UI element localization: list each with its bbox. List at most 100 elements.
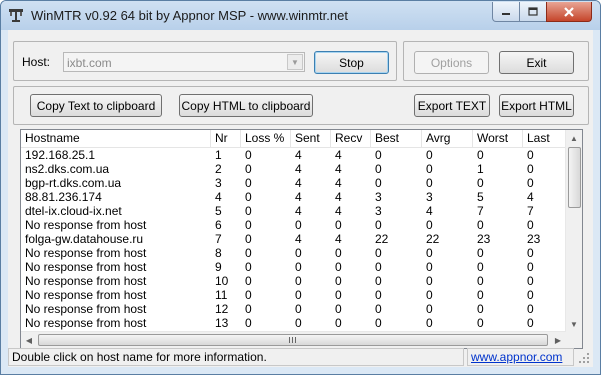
cell-loss: 0 <box>245 302 252 316</box>
host-combobox[interactable]: ixbt.com ▼ <box>63 52 305 72</box>
cell-worst: 0 <box>477 260 484 274</box>
scroll-right-icon[interactable]: ▶ <box>550 332 566 348</box>
exit-button[interactable]: Exit <box>499 51 574 74</box>
appnor-link[interactable]: www.appnor.com <box>471 350 562 364</box>
column-nr[interactable]: Nr <box>211 130 241 147</box>
results-table[interactable]: Hostname Nr Loss % Sent Recv Best Avrg W… <box>20 129 583 349</box>
table-row[interactable]: No response from host 9 0 0 0 0 0 0 0 <box>21 260 566 274</box>
vertical-scrollbar[interactable]: ▲ ▼ <box>565 130 582 332</box>
cell-sent: 0 <box>295 246 302 260</box>
cell-loss: 0 <box>245 246 252 260</box>
table-row[interactable]: 88.81.236.174 4 0 4 4 3 3 5 4 <box>21 190 566 204</box>
table-row[interactable]: folga-gw.datahouse.ru 7 0 4 4 22 22 23 23 <box>21 232 566 246</box>
cell-avrg: 0 <box>426 316 433 330</box>
cell-hostname[interactable]: No response from host <box>21 260 211 274</box>
cell-avrg: 0 <box>426 148 433 162</box>
cell-avrg: 0 <box>426 176 433 190</box>
copy-html-button[interactable]: Copy HTML to clipboard <box>179 94 313 117</box>
cell-hostname[interactable]: 88.81.236.174 <box>21 190 211 204</box>
resize-grip-icon[interactable] <box>578 352 590 364</box>
cell-hostname[interactable]: bgp-rt.dks.com.ua <box>21 176 211 190</box>
cell-hostname[interactable]: No response from host <box>21 288 211 302</box>
export-html-button[interactable]: Export HTML <box>499 94 574 117</box>
cell-last: 0 <box>527 176 534 190</box>
maximize-button[interactable] <box>519 2 547 22</box>
status-bar: Double click on host name for more infor… <box>8 347 593 367</box>
cell-hostname[interactable]: No response from host <box>21 246 211 260</box>
copy-text-button[interactable]: Copy Text to clipboard <box>30 94 162 117</box>
title-bar[interactable]: WinMTR v0.92 64 bit by Appnor MSP - www.… <box>1 1 600 30</box>
cell-nr: 3 <box>215 176 222 190</box>
close-button[interactable] <box>546 2 592 22</box>
table-row[interactable]: bgp-rt.dks.com.ua 3 0 4 4 0 0 0 0 <box>21 176 566 190</box>
cell-hostname[interactable]: ns2.dks.com.ua <box>21 162 211 176</box>
table-row[interactable]: No response from host 12 0 0 0 0 0 0 0 <box>21 302 566 316</box>
cell-hostname[interactable]: dtel-ix.cloud-ix.net <box>21 204 211 218</box>
cell-loss: 0 <box>245 148 252 162</box>
cell-best: 22 <box>375 232 389 246</box>
scroll-up-icon[interactable]: ▲ <box>566 130 582 146</box>
vertical-scroll-thumb[interactable] <box>568 147 581 208</box>
export-text-button[interactable]: Export TEXT <box>414 94 490 117</box>
cell-best: 0 <box>375 302 382 316</box>
column-worst[interactable]: Worst <box>473 130 523 147</box>
cell-hostname[interactable]: No response from host <box>21 218 211 232</box>
scroll-left-icon[interactable]: ◀ <box>21 332 37 348</box>
cell-best: 3 <box>375 204 382 218</box>
cell-last: 0 <box>527 316 534 330</box>
cell-sent: 4 <box>295 204 302 218</box>
cell-nr: 9 <box>215 260 222 274</box>
table-row[interactable]: No response from host 11 0 0 0 0 0 0 0 <box>21 288 566 302</box>
table-row[interactable]: 192.168.25.1 1 0 4 4 0 0 0 0 <box>21 148 566 162</box>
cell-hostname[interactable]: folga-gw.datahouse.ru <box>21 232 211 246</box>
table-row[interactable]: ns2.dks.com.ua 2 0 4 4 0 0 1 0 <box>21 162 566 176</box>
cell-hostname[interactable]: No response from host <box>21 274 211 288</box>
table-row[interactable]: No response from host 8 0 0 0 0 0 0 0 <box>21 246 566 260</box>
stop-button[interactable]: Stop <box>314 51 389 74</box>
cell-recv: 0 <box>335 316 342 330</box>
scroll-down-icon[interactable]: ▼ <box>566 316 582 332</box>
cell-best: 0 <box>375 148 382 162</box>
cell-last: 0 <box>527 218 534 232</box>
cell-loss: 0 <box>245 288 252 302</box>
cell-last: 23 <box>527 232 541 246</box>
cell-loss: 0 <box>245 260 252 274</box>
cell-nr: 4 <box>215 190 222 204</box>
cell-last: 7 <box>527 204 534 218</box>
cell-last: 0 <box>527 148 534 162</box>
scroll-corner <box>566 332 582 348</box>
chevron-down-icon[interactable]: ▼ <box>287 54 303 70</box>
column-sent[interactable]: Sent <box>291 130 331 147</box>
cell-last: 0 <box>527 162 534 176</box>
cell-nr: 13 <box>215 316 229 330</box>
cell-worst: 0 <box>477 218 484 232</box>
cell-best: 0 <box>375 162 382 176</box>
column-recv[interactable]: Recv <box>331 130 371 147</box>
table-row[interactable]: No response from host 6 0 0 0 0 0 0 0 <box>21 218 566 232</box>
cell-sent: 0 <box>295 316 302 330</box>
table-row[interactable]: No response from host 13 0 0 0 0 0 0 0 <box>21 316 566 330</box>
column-avrg[interactable]: Avrg <box>422 130 473 147</box>
cell-best: 0 <box>375 288 382 302</box>
horizontal-scroll-thumb[interactable] <box>38 334 548 346</box>
host-label: Host: <box>22 55 51 69</box>
column-best[interactable]: Best <box>371 130 422 147</box>
cell-avrg: 0 <box>426 288 433 302</box>
options-button[interactable]: Options <box>414 51 489 74</box>
column-loss[interactable]: Loss % <box>241 130 291 147</box>
cell-hostname[interactable]: No response from host <box>21 316 211 330</box>
cell-hostname[interactable]: 192.168.25.1 <box>21 148 211 162</box>
cell-hostname[interactable]: No response from host <box>21 302 211 316</box>
horizontal-scrollbar[interactable]: ◀ ▶ <box>21 331 566 348</box>
cell-avrg: 3 <box>426 190 433 204</box>
table-row[interactable]: No response from host 10 0 0 0 0 0 0 0 <box>21 274 566 288</box>
column-last[interactable]: Last <box>523 130 566 147</box>
table-row[interactable]: dtel-ix.cloud-ix.net 5 0 4 4 3 4 7 7 <box>21 204 566 218</box>
cell-nr: 2 <box>215 162 222 176</box>
cell-recv: 4 <box>335 190 342 204</box>
cell-sent: 0 <box>295 288 302 302</box>
minimize-button[interactable] <box>492 2 520 22</box>
host-input[interactable]: ixbt.com <box>67 56 112 70</box>
column-hostname[interactable]: Hostname <box>21 130 211 147</box>
cell-worst: 1 <box>477 162 484 176</box>
